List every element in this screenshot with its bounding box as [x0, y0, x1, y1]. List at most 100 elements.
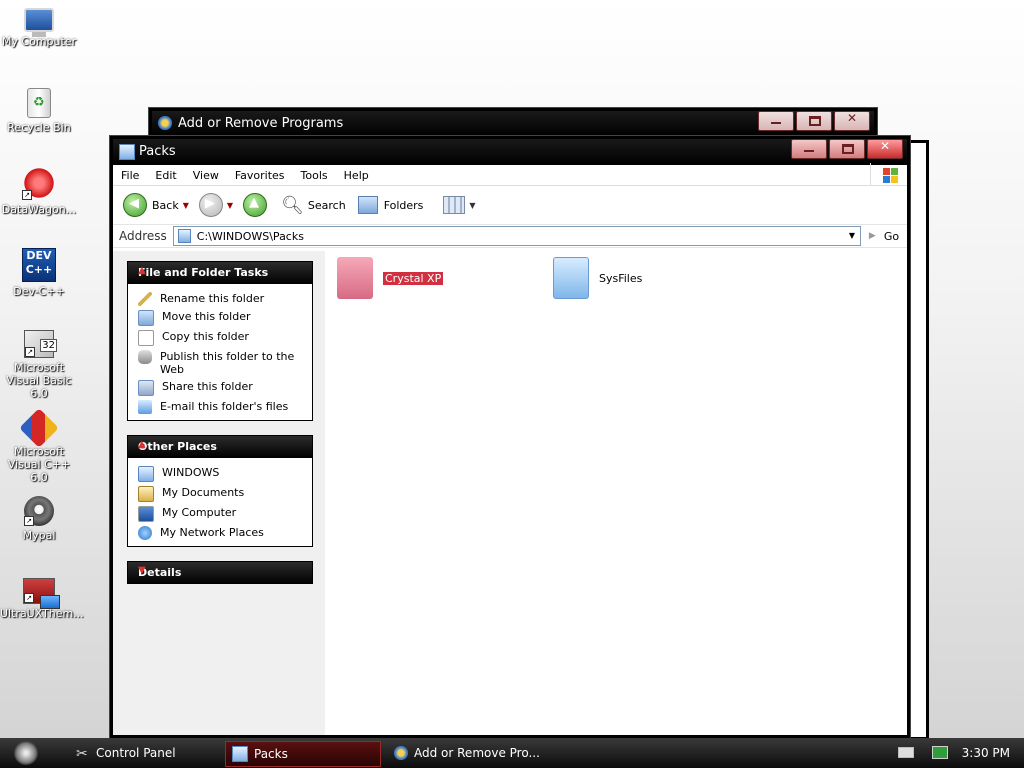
start-button[interactable]: [14, 741, 38, 765]
task-label: Move this folder: [162, 310, 251, 323]
task-rename-folder[interactable]: Rename this folder: [128, 290, 312, 308]
computer-icon: [24, 8, 54, 37]
task-email-files[interactable]: E-mail this folder's files: [128, 398, 312, 416]
desktop-icon-dev-cpp[interactable]: DEV C++ Dev-C++: [0, 248, 78, 298]
menu-view[interactable]: View: [185, 169, 227, 182]
task-label: Publish this folder to the Web: [160, 350, 295, 376]
views-dropdown-icon: ▼: [469, 200, 476, 210]
network-places-icon: [138, 526, 152, 540]
place-label: WINDOWS: [162, 466, 220, 479]
up-button[interactable]: ▲: [243, 193, 268, 217]
expand-chevron-icon[interactable]: ▼: [138, 565, 148, 576]
address-value: C:\WINDOWS\Packs: [196, 229, 304, 243]
task-add-remove[interactable]: Add or Remove Pro...: [388, 741, 554, 765]
task-label: Rename this folder: [160, 292, 265, 305]
folder-name: SysFiles: [599, 271, 643, 285]
task-label: Control Panel: [96, 746, 176, 760]
desktop-icon-ultrauxtheme[interactable]: ↗ UltraUXThem...: [0, 578, 84, 620]
clock[interactable]: 3:30 PM: [962, 746, 1010, 760]
task-copy-folder[interactable]: Copy this folder: [128, 328, 312, 348]
folders-label: Folders: [383, 198, 424, 212]
maximize-icon: [809, 116, 821, 126]
place-windows[interactable]: WINDOWS: [128, 464, 312, 484]
folder-icon: [337, 257, 373, 299]
back-dropdown-icon[interactable]: ▼: [183, 201, 189, 210]
desktop-icon-visual-cpp[interactable]: Microsoft Visual C++ 6.0: [0, 408, 78, 484]
search-button[interactable]: 🔍︎ Search: [281, 195, 346, 216]
collapse-chevron-icon[interactable]: ▲: [138, 439, 148, 450]
desktop-icon-label: Microsoft Visual Basic 6.0: [6, 361, 72, 400]
packs-titlebar[interactable]: Packs ✕: [113, 139, 907, 165]
maximize-icon: [842, 144, 854, 154]
address-dropdown-icon[interactable]: ▼: [844, 227, 860, 245]
task-publish-web[interactable]: Publish this folder to the Web: [128, 348, 312, 378]
menu-bar: File Edit View Favorites Tools Help: [113, 163, 907, 186]
menu-favorites[interactable]: Favorites: [227, 169, 293, 182]
details-header[interactable]: Details ▼: [128, 562, 312, 584]
desktop-icon-visual-basic[interactable]: 32 ↗ Microsoft Visual Basic 6.0: [0, 330, 78, 400]
desktop-icon-label: Mypal: [22, 529, 56, 542]
folder-name: Crystal XP: [383, 271, 444, 285]
details-panel: Details ▼: [127, 561, 313, 584]
go-label: Go: [883, 229, 900, 243]
packs-explorer-window[interactable]: Packs ✕ File Edit View Favorites Tools H…: [110, 136, 910, 738]
collapse-chevron-icon[interactable]: ▲: [138, 265, 148, 276]
up-arrow-icon: ▲: [243, 193, 268, 217]
standard-toolbar: ◀ Back ▼ ▶ ▼ ▲ 🔍︎ Search Folders ▼: [113, 186, 907, 225]
maximize-button[interactable]: [829, 139, 865, 159]
close-icon: ✕: [880, 139, 891, 153]
rename-icon: [138, 292, 152, 306]
windows-logo-icon: [870, 163, 907, 185]
minimize-button[interactable]: [758, 111, 794, 131]
maximize-button[interactable]: [796, 111, 832, 131]
minimize-button[interactable]: [791, 139, 827, 159]
address-field[interactable]: C:\WINDOWS\Packs ▼: [172, 226, 861, 246]
task-label: Add or Remove Pro...: [414, 746, 540, 760]
close-button[interactable]: ✕: [834, 111, 870, 131]
add-remove-titlebar[interactable]: Add or Remove Programs ✕: [152, 111, 874, 137]
forward-button[interactable]: ▶ ▼: [198, 193, 237, 217]
datawagon-icon: ↗: [22, 166, 56, 200]
menu-tools[interactable]: Tools: [293, 169, 336, 182]
other-places-header[interactable]: Other Places ▲: [128, 436, 312, 458]
visual-basic-icon: 32 ↗: [24, 330, 57, 358]
desktop-icon-label: Dev-C++: [13, 285, 65, 298]
place-label: My Network Places: [160, 526, 264, 539]
keyboard-icon[interactable]: [898, 747, 914, 758]
task-pane: File and Folder Tasks ▲ Rename this fold…: [113, 251, 325, 735]
close-button[interactable]: ✕: [867, 139, 903, 159]
menu-edit[interactable]: Edit: [147, 169, 184, 182]
task-control-panel[interactable]: ✂ Control Panel: [70, 741, 226, 765]
views-button[interactable]: ▼: [443, 196, 479, 214]
minimize-icon: [804, 146, 814, 152]
file-list-view[interactable]: Crystal XP SysFiles: [325, 251, 907, 735]
desktop-icon-mypal[interactable]: ↗ Mypal: [0, 496, 78, 542]
task-packs[interactable]: Packs: [225, 741, 381, 767]
desktop-icon-recycle-bin[interactable]: ♻ Recycle Bin: [0, 88, 78, 134]
desktop-icon-datawagon[interactable]: ↗ DataWagon...: [0, 166, 78, 216]
window-title: Add or Remove Programs: [178, 116, 344, 131]
search-label: Search: [307, 198, 346, 212]
folder-crystal-xp[interactable]: Crystal XP: [337, 257, 444, 299]
place-my-computer[interactable]: My Computer: [128, 504, 312, 524]
forward-dropdown-icon[interactable]: ▼: [227, 201, 233, 210]
network-icon[interactable]: [932, 746, 948, 759]
vb-badge: 32: [40, 339, 57, 352]
folders-button[interactable]: Folders: [357, 196, 424, 214]
folder-sysfiles[interactable]: SysFiles: [553, 257, 642, 299]
back-button[interactable]: ◀ Back ▼: [123, 193, 193, 217]
search-icon: 🔍︎: [281, 194, 304, 216]
back-arrow-icon: ◀: [123, 193, 147, 217]
task-move-folder[interactable]: Move this folder: [128, 308, 312, 328]
place-my-documents[interactable]: My Documents: [128, 484, 312, 504]
file-folder-tasks-header[interactable]: File and Folder Tasks ▲: [128, 262, 312, 284]
task-share-folder[interactable]: Share this folder: [128, 378, 312, 398]
dev-cpp-icon: DEV C++: [22, 248, 56, 282]
close-icon: ✕: [847, 111, 858, 125]
desktop-icon-my-computer[interactable]: My Computer: [0, 4, 78, 48]
panel-title: File and Folder Tasks: [138, 266, 269, 279]
menu-file[interactable]: File: [113, 169, 147, 182]
menu-help[interactable]: Help: [336, 169, 377, 182]
go-button[interactable]: ▶ Go: [861, 230, 907, 243]
place-my-network[interactable]: My Network Places: [128, 524, 312, 542]
